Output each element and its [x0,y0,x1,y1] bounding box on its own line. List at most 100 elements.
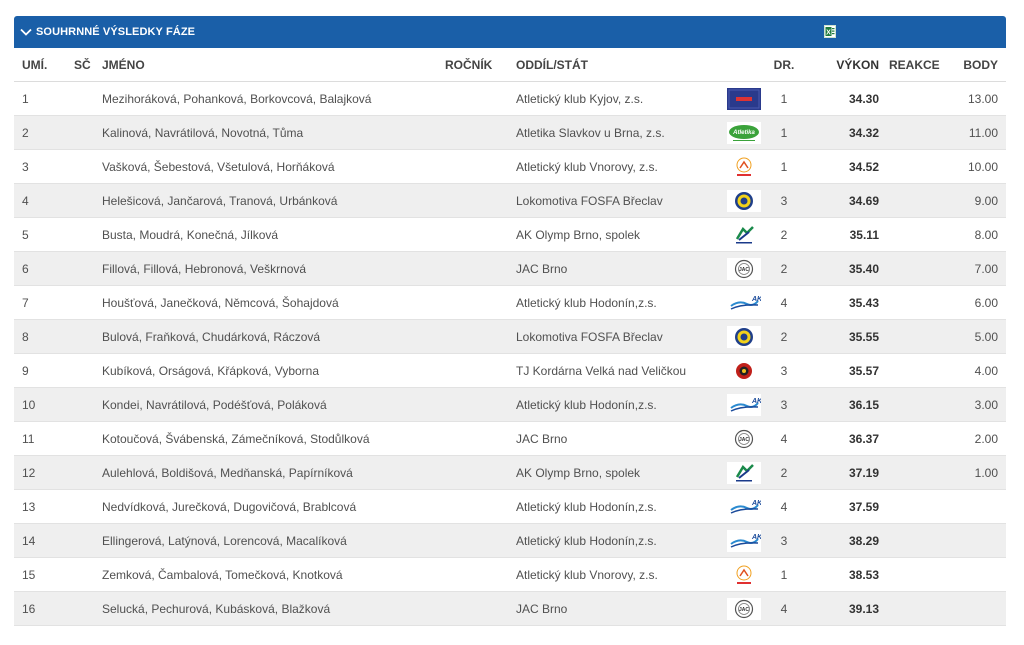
cell-logo: JAC [724,421,764,456]
cell-club[interactable]: Lokomotiva FOSFA Břeclav [516,183,724,218]
club-logo-icon [727,325,761,348]
cell-points: 13.00 [944,81,1006,116]
table-row[interactable]: 14 Ellingerová, Latýnová, Lorencová, Maca… [14,523,1006,558]
table-row[interactable]: 6 Fillová, Fillová, Hebronová, Veškrnová J… [14,251,1006,286]
col-header-rank[interactable]: UMÍ. [14,48,74,82]
cell-lane: 3 [764,353,804,388]
cell-lane: 3 [764,183,804,218]
cell-club[interactable]: Lokomotiva FOSFA Břeclav [516,319,724,354]
cell-reaction [889,319,944,354]
table-row[interactable]: 12 Aulehlová, Boldišová, Medňanská, Papír… [14,455,1006,490]
table-row[interactable]: 16 Selucká, Pechurová, Kubásková, Blažkov… [14,591,1006,626]
cell-bib [74,353,102,388]
chevron-down-icon[interactable] [19,25,33,39]
cell-club[interactable]: JAC Brno [516,251,724,286]
cell-name: Busta, Moudrá, Konečná, Jílková [102,217,445,252]
cell-club[interactable]: Atletický klub Kyjov, z.s. [516,81,724,116]
cell-name: Kalinová, Navrátilová, Novotná, Tůma [102,115,445,150]
cell-club[interactable]: AK Olymp Brno, spolek [516,217,724,252]
cell-club[interactable]: Atletický klub Vnorovy, z.s. [516,557,724,592]
cell-points [944,489,1006,524]
cell-club[interactable]: AK Olymp Brno, spolek [516,455,724,490]
table-row[interactable]: 8 Bulová, Fraňková, Chudárková, Ráczová Lo… [14,319,1006,354]
cell-rank: 10 [14,387,74,422]
cell-result: 34.52 [804,149,889,184]
cell-points: 1.00 [944,455,1006,490]
cell-reaction [889,149,944,184]
table-row[interactable]: 4 Helešicová, Jančarová, Tranová, Urbánko… [14,183,1006,218]
cell-points: 3.00 [944,387,1006,422]
club-logo-icon: AK [727,495,761,518]
table-row[interactable]: 5 Busta, Moudrá, Konečná, Jílková AK Olymp… [14,217,1006,252]
cell-lane: 4 [764,591,804,626]
cell-name: Ellingerová, Latýnová, Lorencová, Macalí… [102,523,445,558]
col-header-lane[interactable]: DR. [764,48,804,82]
cell-year [445,319,516,354]
cell-club[interactable]: Atletický klub Hodonín,z.s. [516,387,724,422]
cell-club[interactable]: Atletický klub Vnorovy, z.s. [516,149,724,184]
cell-year [445,217,516,252]
table-row[interactable]: 13 Nedvídková, Jurečková, Dugovičová, Bra… [14,489,1006,524]
cell-club[interactable]: Atletický klub Hodonín,z.s. [516,285,724,320]
cell-club[interactable]: TJ Kordárna Velká nad Veličkou [516,353,724,388]
svg-text:JAC: JAC [739,267,749,273]
table-row[interactable]: 2 Kalinová, Navrátilová, Novotná, Tůma Atl… [14,115,1006,150]
cell-result: 38.53 [804,557,889,592]
table-row[interactable]: 7 Houšťová, Janečková, Němcová, Šohajdová… [14,285,1006,320]
table-row[interactable]: 10 Kondei, Navrátilová, Podéšťová, Poláko… [14,387,1006,422]
cell-points: 9.00 [944,183,1006,218]
panel-header[interactable]: SOUHRNNÉ VÝSLEDKY FÁZE X [14,16,1006,48]
cell-club[interactable]: Atletický klub Hodonín,z.s. [516,489,724,524]
cell-result: 35.11 [804,217,889,252]
table-row[interactable]: 1 Mezihoráková, Pohanková, Borkovcová, Ba… [14,81,1006,116]
cell-lane: 2 [764,319,804,354]
cell-result: 39.13 [804,591,889,626]
cell-year [445,183,516,218]
cell-reaction [889,217,944,252]
club-logo-icon: AK [727,291,761,314]
cell-reaction [889,489,944,524]
cell-rank: 16 [14,591,74,626]
table-row[interactable]: 9 Kubíková, Orságová, Křápková, Vyborna TJ… [14,353,1006,388]
cell-logo [724,149,764,184]
cell-rank: 8 [14,319,74,354]
col-header-reaction[interactable]: REAKCE [889,48,944,82]
cell-club[interactable]: JAC Brno [516,591,724,626]
table-row[interactable]: 15 Zemková, Čambalová, Tomečková, Knotkov… [14,557,1006,592]
club-logo-icon [727,461,761,484]
club-logo-icon: JAC [727,597,761,620]
club-logo-icon: JAC [727,257,761,280]
col-header-points[interactable]: BODY [944,48,1006,82]
cell-club[interactable]: Atletika Slavkov u Brna, z.s. [516,115,724,150]
results-table: UMÍ. SČ JMÉNO ROČNÍK ODDÍL/STÁT DR. VÝKO… [14,48,1006,626]
cell-name: Helešicová, Jančarová, Tranová, Urbánkov… [102,183,445,218]
cell-bib [74,523,102,558]
cell-points: 11.00 [944,115,1006,150]
cell-year [445,523,516,558]
cell-reaction [889,387,944,422]
cell-logo [724,217,764,252]
cell-rank: 3 [14,149,74,184]
cell-rank: 12 [14,455,74,490]
cell-name: Bulová, Fraňková, Chudárková, Ráczová [102,319,445,354]
cell-logo [724,353,764,388]
table-row[interactable]: 11 Kotoučová, Švábenská, Zámečníková, Sto… [14,421,1006,456]
svg-text:JAC: JAC [739,607,749,613]
svg-text:X: X [826,30,831,37]
cell-reaction [889,115,944,150]
cell-logo: AK [724,489,764,524]
col-header-year[interactable]: ROČNÍK [445,48,516,82]
cell-club[interactable]: Atletický klub Hodonín,z.s. [516,523,724,558]
cell-club[interactable]: JAC Brno [516,421,724,456]
excel-icon[interactable]: X [824,25,836,38]
cell-points [944,523,1006,558]
col-header-club[interactable]: ODDÍL/STÁT [516,48,724,82]
col-header-bib[interactable]: SČ [74,48,102,82]
cell-name: Kondei, Navrátilová, Podéšťová, Poláková [102,387,445,422]
cell-lane: 1 [764,557,804,592]
cell-rank: 15 [14,557,74,592]
cell-bib [74,387,102,422]
col-header-result[interactable]: VÝKON [804,48,889,82]
table-row[interactable]: 3 Vašková, Šebestová, Všetulová, Horňákov… [14,149,1006,184]
col-header-name[interactable]: JMÉNO [102,48,445,82]
